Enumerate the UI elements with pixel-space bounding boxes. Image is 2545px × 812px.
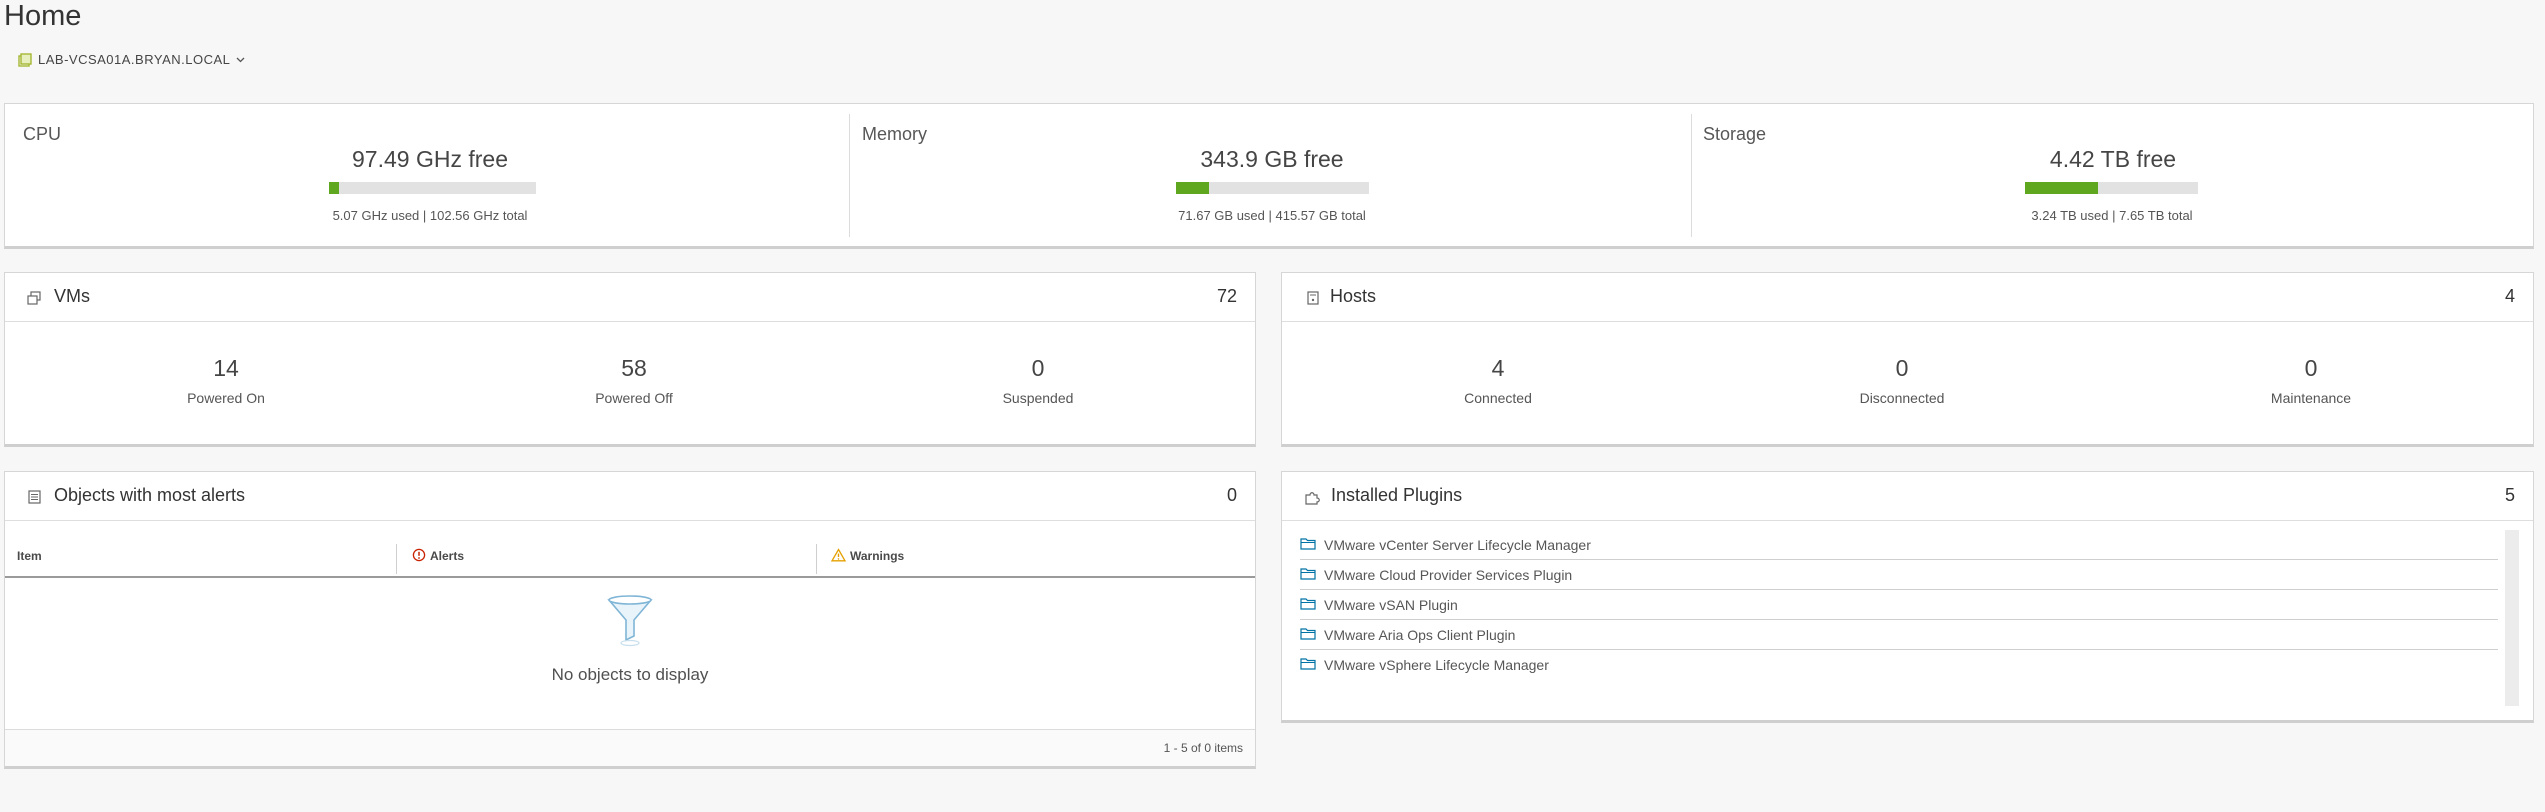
plugin-name: VMware Aria Ops Client Plugin [1324, 626, 1516, 643]
cpu-used-total: 5.07 GHz used | 102.56 GHz total [332, 208, 528, 223]
stat-label: Suspended [1002, 390, 1074, 406]
vms-title: VMs [54, 286, 90, 306]
plugin-item[interactable]: VMware Cloud Provider Services Plugin [1300, 560, 2498, 590]
grid-footer: 1 - 5 of 0 items [5, 729, 1255, 766]
plugins-count: 5 [2504, 485, 2515, 505]
alert-icon [412, 548, 426, 565]
memory-title: Memory [862, 124, 928, 144]
pagination-text: 1 - 5 of 0 items [1163, 741, 1243, 755]
vms-card: VMs 72 14 Powered On 58 Powered Off 0 Su… [4, 272, 1256, 447]
vcenter-name: LAB-VCSA01A.BRYAN.LOCAL [38, 52, 231, 67]
plugin-item[interactable]: VMware vSphere Lifecycle Manager [1300, 650, 2498, 679]
plugins-title: Installed Plugins [1331, 485, 1463, 505]
plugin-icon [1304, 490, 1320, 510]
memory-usage-bar [1176, 182, 1369, 194]
alerts-card-header[interactable]: Objects with most alerts 0 [5, 472, 1255, 521]
list-icon [28, 490, 41, 509]
empty-message: No objects to display [551, 665, 709, 684]
plugin-list-scrollbar[interactable] [2505, 530, 2519, 706]
column-separator[interactable] [396, 544, 397, 574]
hosts-connected-stat[interactable]: 4 Connected [1368, 355, 1628, 406]
hosts-count: 4 [2504, 286, 2515, 306]
stat-value: 14 [213, 355, 239, 381]
column-alerts[interactable]: Alerts [412, 536, 464, 576]
vm-icon [27, 291, 41, 310]
plugins-card: Installed Plugins 5 VMware vCenter Serve… [1281, 471, 2534, 723]
storage-used-total: 3.24 TB used | 7.65 TB total [2031, 208, 2193, 223]
vms-powered-on-stat[interactable]: 14 Powered On [96, 355, 356, 406]
storage-usage-bar [2025, 182, 2198, 194]
folder-icon [1300, 537, 1316, 553]
cpu-free: 97.49 GHz free [352, 146, 508, 172]
column-label: Item [17, 549, 42, 563]
hosts-card: Hosts 4 4 Connected 0 Disconnected 0 Mai… [1281, 272, 2534, 447]
alerts-grid-header: Item Alerts Warnings [5, 536, 1255, 578]
page-title: Home [4, 0, 82, 32]
stat-value: 4 [1491, 355, 1505, 381]
stat-value: 0 [1895, 355, 1909, 381]
storage-title: Storage [1703, 124, 1767, 144]
column-separator[interactable] [816, 544, 817, 574]
cpu-summary: CPU 97.49 GHz free 5.07 GHz used | 102.5… [5, 104, 849, 246]
plugins-card-header[interactable]: Installed Plugins 5 [1282, 472, 2533, 521]
plugin-item[interactable]: VMware vCenter Server Lifecycle Manager [1300, 530, 2498, 560]
cpu-usage-bar [329, 182, 536, 194]
folder-icon [1300, 627, 1316, 643]
column-warnings[interactable]: Warnings [830, 536, 905, 576]
hosts-maintenance-stat[interactable]: 0 Maintenance [2181, 355, 2441, 406]
alerts-card: Objects with most alerts 0 Item Alerts W… [4, 471, 1256, 769]
stat-label: Maintenance [2270, 390, 2352, 406]
vms-powered-off-stat[interactable]: 58 Powered Off [504, 355, 764, 406]
alerts-title: Objects with most alerts [54, 485, 246, 505]
folder-icon [1300, 597, 1316, 613]
host-icon [1307, 291, 1319, 310]
vms-card-header[interactable]: VMs 72 [5, 273, 1255, 322]
storage-summary: Storage 4.42 TB free 3.24 TB used | 7.65… [1691, 104, 2535, 246]
plugin-name: VMware vSAN Plugin [1324, 596, 1458, 613]
stat-label: Powered On [187, 390, 265, 406]
stat-label: Connected [1464, 390, 1532, 406]
plugin-name: VMware Cloud Provider Services Plugin [1324, 566, 1573, 583]
stat-label: Powered Off [595, 390, 673, 406]
plugin-item[interactable]: VMware Aria Ops Client Plugin [1300, 620, 2498, 650]
vms-count: 72 [1216, 286, 1237, 306]
plugin-name: VMware vSphere Lifecycle Manager [1324, 656, 1549, 673]
stat-value: 0 [1031, 355, 1045, 381]
plugin-list: VMware vCenter Server Lifecycle Manager … [1300, 530, 2498, 679]
stat-value: 58 [621, 355, 647, 381]
hosts-card-header[interactable]: Hosts 4 [1282, 273, 2533, 322]
hosts-title: Hosts [1330, 286, 1377, 306]
warning-icon [830, 547, 847, 565]
stat-label: Disconnected [1859, 390, 1945, 406]
resource-summary-card: CPU 97.49 GHz free 5.07 GHz used | 102.5… [4, 103, 2534, 249]
memory-used-total: 71.67 GB used | 415.57 GB total [1178, 208, 1366, 223]
column-label: Alerts [430, 549, 465, 563]
stat-value: 0 [2304, 355, 2318, 381]
memory-free: 343.9 GB free [1200, 146, 1344, 172]
folder-icon [1300, 567, 1316, 583]
empty-state: No objects to display [5, 592, 1255, 685]
funnel-icon [605, 595, 655, 652]
column-item[interactable]: Item [17, 536, 42, 576]
alerts-count: 0 [1226, 485, 1237, 505]
vcenter-selector[interactable]: LAB-VCSA01A.BRYAN.LOCAL [18, 52, 245, 67]
folder-icon [1300, 657, 1316, 673]
column-label: Warnings [850, 549, 905, 563]
storage-free: 4.42 TB free [2049, 146, 2177, 172]
memory-summary: Memory 343.9 GB free 71.67 GB used | 415… [849, 104, 1691, 246]
chevron-down-icon[interactable] [236, 55, 245, 64]
cpu-title: CPU [23, 124, 62, 144]
plugin-item[interactable]: VMware vSAN Plugin [1300, 590, 2498, 620]
vms-suspended-stat[interactable]: 0 Suspended [908, 355, 1168, 406]
hosts-disconnected-stat[interactable]: 0 Disconnected [1772, 355, 2032, 406]
vcenter-icon [18, 52, 32, 67]
plugin-name: VMware vCenter Server Lifecycle Manager [1324, 536, 1591, 553]
